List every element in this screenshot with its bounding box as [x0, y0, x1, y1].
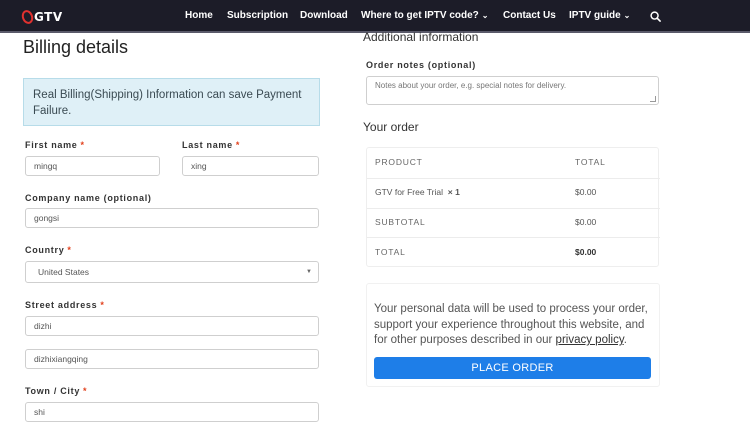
- subtotal-label: SUBTOTAL: [375, 217, 426, 227]
- street-address-field[interactable]: dizhi: [25, 316, 319, 336]
- last-name-field[interactable]: xing: [182, 156, 319, 176]
- nav-subscription[interactable]: Subscription: [227, 10, 288, 21]
- select-arrow-icon: ▼: [306, 269, 312, 275]
- table-divider: [367, 237, 660, 238]
- town-city-field[interactable]: shi: [25, 402, 319, 422]
- country-selected-value: United States: [38, 267, 90, 277]
- your-order-heading: Your order: [363, 120, 419, 134]
- total-label: TOTAL: [375, 247, 406, 257]
- order-item-name: GTV for Free Trial × 1: [375, 187, 460, 197]
- country-label: Country *: [25, 245, 72, 255]
- privacy-policy-link[interactable]: privacy policy: [556, 334, 624, 346]
- street-address-line2-field[interactable]: dizhixiangqing: [25, 349, 319, 369]
- street-address-label: Street address *: [25, 300, 105, 310]
- logo-icon: [19, 8, 36, 26]
- order-item-quantity: × 1: [447, 187, 460, 197]
- site-logo[interactable]: GTV: [19, 8, 63, 26]
- chevron-down-icon: ⌄: [623, 11, 631, 20]
- place-order-button[interactable]: PLACE ORDER: [374, 357, 651, 379]
- chevron-down-icon: ⌄: [481, 11, 489, 20]
- company-name-field[interactable]: gongsi: [25, 208, 319, 228]
- logo-text: GTV: [34, 10, 63, 24]
- billing-details-heading: Billing details: [23, 37, 129, 57]
- order-notes-placeholder: Notes about your order, e.g. special not…: [375, 81, 567, 90]
- subtotal-value: $0.00: [575, 217, 597, 227]
- nav-home[interactable]: Home: [185, 10, 213, 21]
- first-name-label: First name *: [25, 140, 85, 150]
- order-notes-label: Order notes (optional): [366, 60, 476, 70]
- resize-handle-icon[interactable]: [650, 96, 656, 102]
- town-city-label: Town / City *: [25, 386, 88, 396]
- nav-iptv-guide[interactable]: IPTV guide ⌄: [569, 10, 630, 21]
- nav-where-to-get-iptv-code[interactable]: Where to get IPTV code? ⌄: [361, 10, 489, 21]
- nav-contact-us[interactable]: Contact Us: [503, 10, 556, 21]
- table-divider: [367, 178, 660, 179]
- top-navbar: GTV Home Subscription Download Where to …: [0, 0, 750, 33]
- column-header-total: TOTAL: [575, 157, 606, 167]
- total-value: $0.00: [575, 247, 597, 257]
- last-name-label: Last name *: [182, 140, 241, 150]
- column-header-product: PRODUCT: [375, 157, 423, 167]
- first-name-field[interactable]: mingq: [25, 156, 160, 176]
- country-select[interactable]: United States ▼: [25, 261, 319, 283]
- table-divider: [367, 208, 660, 209]
- company-name-label: Company name (optional): [25, 193, 152, 203]
- additional-information-heading: Additional information: [363, 30, 479, 44]
- privacy-notice: Your personal data will be used to proce…: [374, 303, 648, 346]
- search-icon[interactable]: [650, 11, 661, 22]
- order-notes-textarea[interactable]: Notes about your order, e.g. special not…: [366, 76, 659, 105]
- order-item-total: $0.00: [575, 187, 597, 197]
- billing-notice: Real Billing(Shipping) Information can s…: [23, 78, 320, 126]
- nav-download[interactable]: Download: [300, 10, 348, 21]
